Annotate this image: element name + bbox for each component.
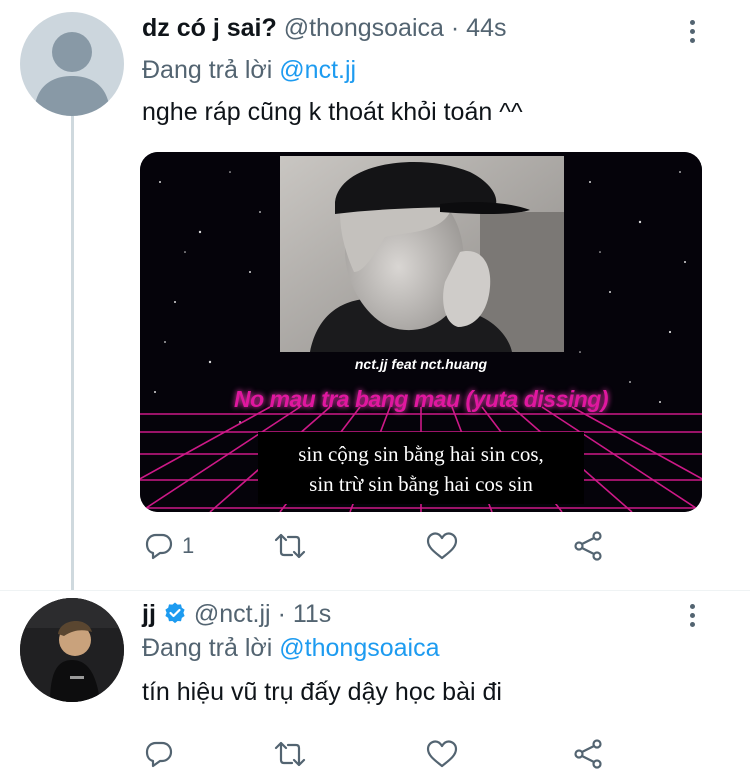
more-icon[interactable] (690, 604, 696, 631)
media-lyric-line-1: sin cộng sin bằng hai sin cos, (298, 442, 544, 466)
share-button[interactable] (572, 734, 604, 774)
verified-badge-icon (165, 602, 185, 624)
replying-mention[interactable]: @thongsoaica (279, 634, 439, 662)
media-lyric-line-2: sin trừ sin bằng hai cos sin (309, 472, 533, 496)
reply-button[interactable]: 1 (144, 526, 194, 566)
tweet-text: nghe ráp cũng k thoát khỏi toán ^^ (142, 98, 523, 126)
tweet-actions (140, 734, 610, 774)
handle[interactable]: @nct.jj (194, 600, 271, 628)
retweet-button[interactable] (274, 734, 306, 774)
retweet-icon (274, 533, 306, 559)
tweet-actions: 1 (140, 526, 610, 566)
default-avatar-icon (34, 32, 110, 116)
like-button[interactable] (426, 734, 458, 774)
more-icon[interactable] (690, 20, 696, 47)
divider (0, 590, 750, 591)
avatar-default[interactable] (20, 12, 124, 116)
timestamp[interactable]: 44s (466, 14, 506, 42)
tweet-media[interactable]: nct.jj feat nct.huang No mau tra bang ma… (140, 152, 702, 512)
reply-button[interactable] (144, 734, 174, 774)
avatar-photo (20, 598, 124, 702)
separator: · (450, 14, 460, 42)
like-icon (426, 740, 458, 768)
display-name[interactable]: jj (142, 600, 156, 628)
replying-to: Đang trả lời @thongsoaica (142, 634, 440, 663)
share-icon (574, 531, 602, 561)
media-credit: nct.jj feat nct.huang (354, 356, 488, 372)
share-icon (574, 739, 602, 769)
reply-count: 1 (182, 533, 195, 558)
tweet-header: jj @nct.jj · 11s (142, 600, 331, 629)
replying-to: Đang trả lời @nct.jj (142, 56, 356, 85)
reply-icon (145, 533, 173, 560)
separator: · (277, 600, 286, 628)
replying-prefix: Đang trả lời (142, 56, 273, 84)
thread-connector (71, 116, 74, 590)
display-name[interactable]: dz có j sai? (142, 14, 277, 42)
avatar-jj[interactable] (20, 598, 124, 702)
retweet-button[interactable] (274, 526, 306, 566)
replying-prefix: Đang trả lời (142, 634, 273, 662)
replying-mention[interactable]: @nct.jj (279, 56, 356, 84)
handle[interactable]: @thongsoaica (284, 14, 444, 42)
retweet-icon (274, 741, 306, 767)
like-button[interactable] (426, 526, 458, 566)
reply-icon (145, 741, 173, 768)
tweet-text: tín hiệu vũ trụ đấy dậy học bài đi (142, 678, 502, 706)
like-icon (426, 532, 458, 560)
share-button[interactable] (572, 526, 604, 566)
timestamp[interactable]: 11s (293, 600, 331, 628)
media-song-title: No mau tra bang mau (yuta dissing) (233, 386, 609, 412)
tweet-header: dz có j sai? @thongsoaica · 44s (142, 14, 506, 43)
